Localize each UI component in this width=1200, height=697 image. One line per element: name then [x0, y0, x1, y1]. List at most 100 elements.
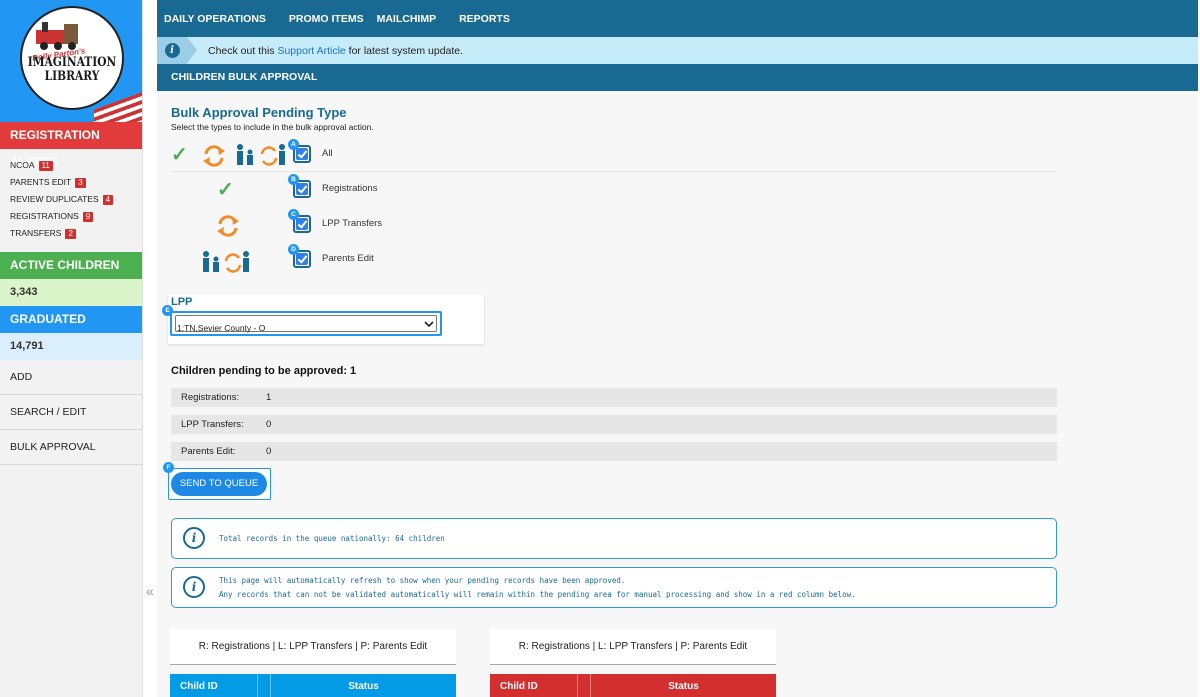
- alert-item-registrations[interactable]: REGISTRATIONS 9: [10, 208, 142, 225]
- alert-item-review-duplicates[interactable]: REVIEW DUPLICATES 4: [10, 191, 142, 208]
- bulk-approval-subtitle: Select the types to include in the bulk …: [171, 122, 374, 132]
- step-badge-c: C: [288, 209, 299, 220]
- alert-label: REVIEW DUPLICATES: [10, 194, 99, 204]
- collapse-sidebar-icon[interactable]: «: [146, 583, 154, 599]
- type-row-lpp-transfers: C LPP Transfers: [171, 209, 1057, 242]
- alert-count-badge: 9: [82, 211, 94, 222]
- pending-label: LPP Transfers:: [181, 419, 244, 430]
- transfer-icon: [217, 215, 239, 237]
- logo-line-2: LIBRARY: [44, 69, 100, 84]
- type-label-parents-edit: Parents Edit: [322, 253, 374, 264]
- main-content: Bulk Approval Pending Type Select the ty…: [157, 91, 1198, 697]
- column-child-id[interactable]: Child ID: [490, 674, 578, 697]
- nav-mailchimp[interactable]: MAILCHIMP: [377, 13, 437, 25]
- type-row-registrations: ✓ B Registrations: [171, 174, 1057, 207]
- alert-count-badge: 3: [75, 177, 86, 188]
- active-children-count: 3,343: [0, 279, 142, 306]
- column-status[interactable]: Status: [590, 674, 776, 697]
- pending-row-parents-edit: Parents Edit: 0: [171, 442, 1057, 461]
- support-prefix: Check out this: [208, 44, 278, 57]
- alert-label: NCOA: [10, 160, 35, 170]
- support-text: Check out this Support Article for lates…: [208, 45, 463, 57]
- send-to-queue-button[interactable]: SEND TO QUEUE: [171, 472, 267, 496]
- check-icon: ✓: [171, 144, 188, 166]
- pending-row-registrations: Registrations: 1: [171, 388, 1057, 407]
- sidebar-link-bulk-approval[interactable]: BULK APPROVAL: [0, 430, 142, 465]
- send-to-queue-wrap: F SEND TO QUEUE: [163, 462, 271, 500]
- info-icon: i: [183, 527, 205, 549]
- lpp-selected-value: 1:TN,Sevier County - O: [177, 323, 266, 333]
- graduated-header[interactable]: GRADUATED: [0, 306, 142, 333]
- alert-item-parents-edit[interactable]: PARENTS EDIT 3: [10, 174, 142, 191]
- refresh-info-line-1: This page will automatically refresh to …: [219, 576, 626, 585]
- lpp-panel: LPP E 1:TN,Sevier County - O: [162, 294, 484, 344]
- info-icon: i: [183, 576, 205, 598]
- step-badge-d: D: [288, 244, 299, 255]
- info-icon: i: [164, 43, 180, 58]
- pending-value: 1: [266, 392, 272, 403]
- alerts-list: NCOA 11 PARENTS EDIT 3 REVIEW DUPLICATES…: [0, 149, 142, 252]
- lpp-select[interactable]: 1:TN,Sevier County - O: [170, 311, 442, 336]
- nav-daily-operations[interactable]: DAILY OPERATIONS: [164, 13, 266, 25]
- pending-row-lpp-transfers: LPP Transfers: 0: [171, 415, 1057, 434]
- pending-title: Children pending to be approved: 1: [171, 365, 357, 377]
- alert-item-transfers[interactable]: TRANSFERS 2: [10, 225, 142, 242]
- queue-info-box: i Total records in the queue nationally:…: [171, 518, 1057, 559]
- step-badge-f: F: [163, 462, 174, 473]
- transfer-icon: [203, 145, 225, 167]
- family-icon: [203, 251, 219, 272]
- sidebar: Dolly Parton's IMAGINATION LIBRARY REGIS…: [0, 0, 143, 697]
- nav-promo-items[interactable]: PROMO ITEMS: [289, 13, 364, 25]
- logo-text: IMAGINATION LIBRARY: [28, 56, 117, 84]
- nav-reports[interactable]: REPORTS: [459, 13, 510, 25]
- step-badge-e: E: [162, 305, 173, 316]
- top-nav: DAILY OPERATIONS PROMO ITEMS MAILCHIMP R…: [157, 0, 1198, 37]
- sidebar-link-search-edit[interactable]: SEARCH / EDIT: [0, 395, 142, 430]
- bulk-approval-title: Bulk Approval Pending Type: [171, 105, 347, 120]
- step-badge-b: B: [288, 174, 299, 185]
- pending-table-header: Child ID Status: [170, 674, 456, 697]
- column-child-id[interactable]: Child ID: [170, 674, 258, 697]
- alert-label: REGISTRATIONS: [10, 211, 79, 221]
- sidebar-link-add[interactable]: ADD: [0, 360, 142, 395]
- train-icon: [36, 22, 78, 50]
- pending-value: 0: [266, 446, 272, 457]
- support-article-link[interactable]: Support Article: [277, 45, 345, 57]
- logo-line-1: IMAGINATION: [27, 55, 117, 70]
- queue-info-text: Total records in the queue nationally: 6…: [219, 534, 445, 543]
- alert-count-badge: 11: [38, 160, 53, 171]
- check-icon: ✓: [217, 179, 234, 201]
- support-banner: i Check out this Support Article for lat…: [157, 37, 1198, 64]
- pending-table-legend: R: Registrations | L: LPP Transfers | P:…: [170, 629, 456, 665]
- column-status[interactable]: Status: [270, 674, 456, 697]
- chevron-down-icon: [424, 321, 434, 328]
- type-row-all: ✓ A All: [171, 139, 1057, 172]
- registration-alerts-header: REGISTRATION ALERTS: [0, 122, 142, 169]
- step-badge-a: A: [288, 139, 299, 150]
- lpp-label: LPP: [171, 296, 193, 308]
- family-icon: [237, 144, 253, 165]
- graduated-count: 14,791: [0, 333, 142, 360]
- alert-label: TRANSFERS: [10, 228, 62, 238]
- section-title: CHILDREN BULK APPROVAL: [157, 64, 1198, 91]
- family-transfer-icon: [224, 251, 249, 273]
- support-suffix: for latest system update.: [345, 44, 464, 57]
- type-label-registrations: Registrations: [322, 183, 378, 194]
- error-table-legend: R: Registrations | L: LPP Transfers | P:…: [490, 629, 776, 665]
- alert-count-badge: 2: [65, 228, 76, 239]
- logo-area[interactable]: Dolly Parton's IMAGINATION LIBRARY: [0, 0, 142, 122]
- active-children-header[interactable]: ACTIVE CHILDREN: [0, 252, 142, 279]
- family-transfer-icon: [260, 144, 285, 166]
- alert-count-badge: 4: [102, 194, 114, 205]
- pending-label: Registrations:: [181, 392, 240, 403]
- type-label-lpp-transfers: LPP Transfers: [322, 218, 383, 229]
- alert-label: PARENTS EDIT: [10, 177, 72, 187]
- refresh-info-box: i This page will automatically refresh t…: [171, 567, 1057, 608]
- alert-item-ncoa[interactable]: NCOA 11: [10, 157, 142, 174]
- pending-label: Parents Edit:: [181, 446, 236, 457]
- refresh-info-line-2: Any records that can not be validated au…: [219, 590, 856, 599]
- type-row-parents-edit: D Parents Edit: [171, 244, 1057, 277]
- error-table-header: Child ID Status: [490, 674, 776, 697]
- support-icon-box: i: [157, 37, 197, 64]
- type-label-all: All: [322, 148, 333, 159]
